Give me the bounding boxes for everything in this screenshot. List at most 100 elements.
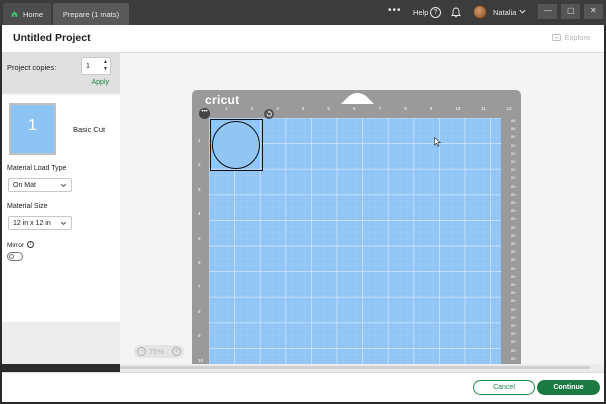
left-panel: Project copies: 1 ▲ ▼ Apply 1 Basic Cut … [2, 53, 120, 364]
avatar[interactable] [473, 5, 487, 19]
stepper-up-icon[interactable]: ▲ [103, 59, 108, 65]
ruler-left: 1 2 3 4 5 6 7 8 9 10 [196, 114, 204, 364]
ruler-right-tick: 0K [511, 200, 516, 205]
tab-prepare[interactable]: Prepare (1 mats) [53, 3, 129, 25]
ruler-top-tick: 2 [250, 106, 254, 111]
project-copies-value: 1 [86, 63, 90, 70]
mat-card[interactable]: 1 Basic Cut Material Load Type On Mat Ma… [2, 95, 120, 322]
selected-shape[interactable] [210, 119, 263, 171]
ruler-right-tick: 0K [511, 257, 516, 263]
ruler-left-tick: 3 [198, 186, 201, 192]
tab-home-label: Home [22, 9, 43, 19]
ruler-right-tick: 0K [511, 183, 516, 189]
mirror-label: Mirror [7, 242, 24, 249]
ruler-right-tick: 0K [511, 314, 516, 320]
help-link[interactable]: Help [413, 8, 428, 17]
continue-button[interactable]: Continue [537, 380, 600, 395]
mat-thumbnail[interactable]: 1 [9, 103, 56, 155]
ruler-right-tick: 0K [511, 208, 516, 214]
cancel-button[interactable]: Cancel [473, 380, 535, 395]
material-load-type-label: Material Load Type [7, 165, 67, 172]
mat-cut-label: Basic Cut [73, 125, 106, 134]
ruler-top-tick: 3 [276, 106, 279, 111]
material-load-type-value: On Mat [13, 182, 36, 189]
ruler-left-tick: 10 [198, 357, 204, 363]
title-bar: Home Prepare (1 mats) ••• Help ? Natalia… [0, 0, 606, 25]
ruler-top-tick: 12 [506, 106, 512, 111]
material-size-select[interactable]: 12 in x 12 in [8, 216, 72, 230]
chevron-down-icon [61, 183, 66, 187]
zoom-out-button[interactable]: − [137, 347, 146, 356]
cursor-icon [434, 137, 441, 147]
ruler-right-tick: 0K [511, 265, 516, 271]
ruler-right-tick: 0K [511, 323, 516, 328]
ruler-top-tick: 10 [455, 106, 461, 111]
mirror-toggle[interactable] [7, 252, 23, 261]
apply-button[interactable]: Apply [91, 79, 109, 86]
ruler-top-tick: 7 [378, 106, 382, 111]
tab-prepare-label: Prepare (1 mats) [62, 9, 120, 19]
object-menu-icon[interactable]: ••• [199, 108, 210, 119]
bell-icon[interactable] [451, 7, 461, 18]
cutting-mat: cricut 1 2 3 4 5 6 7 8 9 10 11 12 1 2 3 4 5 6 7 8 9 10 0K 0K 0… [192, 90, 521, 364]
ruler-right-tick: 0K [511, 249, 516, 255]
chevron-down-icon[interactable] [518, 7, 527, 16]
info-icon[interactable]: i [27, 241, 34, 248]
ruler-left-tick: 1 [198, 138, 201, 143]
horizontal-scrollbar[interactable] [120, 364, 598, 372]
zoom-in-button[interactable]: + [172, 347, 181, 356]
material-load-type-select[interactable]: On Mat [8, 178, 72, 192]
ruler-right-tick: 0K [511, 331, 516, 337]
ruler-right-tick: 0K [511, 224, 516, 230]
ruler-left-tick: 8 [198, 308, 201, 314]
scrollbar-thumb[interactable] [120, 366, 590, 369]
ruler-right-tick: 0K [511, 306, 516, 312]
ruler-left-tick: 7 [198, 284, 201, 290]
ruler-right-tick: 0K [511, 216, 516, 222]
close-button[interactable]: ✕ [584, 4, 603, 19]
ruler-top-tick: 8 [404, 106, 407, 111]
stepper-down-icon[interactable]: ▼ [103, 66, 108, 72]
material-size-value: 12 in x 12 in [13, 220, 51, 227]
ruler-top: 1 2 3 4 5 6 7 8 9 10 11 12 [203, 106, 513, 114]
ruler-top-tick: 9 [429, 106, 433, 111]
chevron-down-icon [61, 221, 66, 225]
ruler-right-tick: 0K [511, 241, 516, 246]
ruler-right-tick: 0K [511, 290, 516, 296]
ruler-right-tick: 0K [511, 150, 516, 156]
ruler-top-tick: 5 [327, 106, 330, 111]
project-header: Untitled Project Explore [2, 25, 604, 53]
ruler-top-tick: 4 [301, 106, 305, 111]
rotate-icon[interactable] [264, 109, 274, 119]
minimize-button[interactable]: — [538, 4, 557, 19]
minimize-icon: — [544, 6, 552, 15]
close-icon: ✕ [590, 6, 597, 15]
tab-home[interactable]: Home [3, 3, 51, 25]
ruler-left-tick: 9 [198, 333, 201, 339]
ruler-right-tick: 0K [511, 191, 516, 197]
zoom-level: 75% [149, 347, 165, 356]
project-copies-section: Project copies: 1 ▲ ▼ Apply [2, 53, 120, 93]
ruler-right-tick: 0K [511, 282, 516, 287]
ruler-right-tick: 0K [511, 126, 516, 132]
help-icon[interactable]: ? [430, 7, 441, 18]
maximize-button[interactable]: ▢ [561, 4, 580, 19]
user-name[interactable]: Natalia [493, 8, 516, 17]
ruler-right-tick: 0K [511, 159, 516, 164]
ruler-right-tick: 0K [511, 134, 516, 140]
circle-shape[interactable] [212, 121, 260, 169]
mat-handle-icon [341, 93, 374, 104]
ruler-right-tick: 0K [511, 355, 516, 361]
ruler-right-tick: 0K [511, 339, 516, 345]
zoom-control: − 75% + [134, 345, 184, 358]
canvas-area[interactable]: cricut 1 2 3 4 5 6 7 8 9 10 11 12 1 2 3 4 5 6 7 8 9 10 0K 0K 0… [120, 53, 604, 364]
cricut-logo: cricut [205, 93, 240, 107]
ruler-left-tick: 4 [198, 211, 201, 217]
ruler-right: 0K 0K 0K 0K 0K 0K 0K 0K 0K 0K 0K 0K 0K 0K 0K 0K 0K 0K 0K 0K… [510, 114, 520, 364]
explore-label: Explore [564, 33, 590, 42]
ruler-right-tick: 0K [511, 167, 516, 173]
explore-button[interactable]: Explore [551, 33, 590, 42]
ruler-left-tick: 2 [198, 162, 201, 168]
more-options-icon[interactable]: ••• [388, 6, 402, 16]
project-copies-stepper[interactable]: 1 ▲ ▼ [81, 57, 111, 75]
